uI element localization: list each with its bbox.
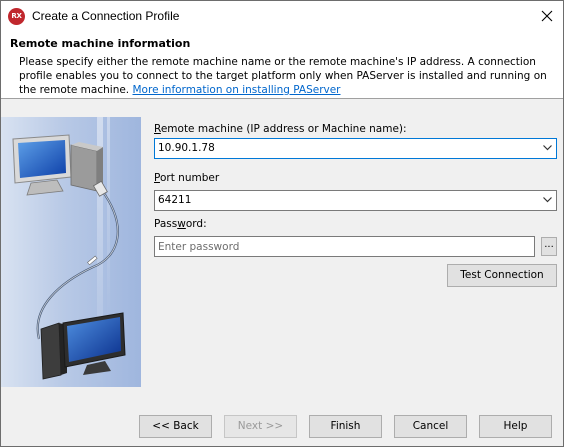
header-title: Remote machine information <box>10 37 191 50</box>
password-label-accesskey: w <box>177 218 186 230</box>
header-description: Please specify either the remote machine… <box>19 55 551 97</box>
dialog-window: RX Create a Connection Profile Remote ma… <box>0 0 564 447</box>
connected-computers-graphic <box>12 117 126 387</box>
port-number-combobox[interactable]: 64211 <box>154 190 557 211</box>
paserver-info-link[interactable]: More information on installing PAServer <box>133 84 341 96</box>
title-bar: RX Create a Connection Profile <box>1 1 563 32</box>
chevron-down-icon[interactable] <box>543 145 552 151</box>
port-number-label: Port number <box>154 172 219 184</box>
wizard-illustration <box>1 117 141 387</box>
close-button[interactable] <box>532 1 563 32</box>
password-label-text: ord: <box>185 218 207 230</box>
app-logo-icon: RX <box>8 8 25 25</box>
next-button: Next >> <box>224 415 297 438</box>
computer-bottom-icon <box>40 312 126 380</box>
remote-machine-label: Remote machine (IP address or Machine na… <box>154 123 407 135</box>
cancel-button[interactable]: Cancel <box>394 415 467 438</box>
port-number-label-text: ort number <box>159 172 220 184</box>
remote-machine-label-text: emote machine (IP address or Machine nam… <box>160 123 407 135</box>
finish-button[interactable]: Finish <box>309 415 382 438</box>
password-label-pre: Pass <box>154 218 178 230</box>
password-input[interactable] <box>158 238 528 255</box>
close-icon <box>541 10 553 22</box>
remote-machine-label-accesskey: R <box>154 123 161 135</box>
computer-top-icon <box>12 134 103 196</box>
wizard-header: Remote machine information Please specif… <box>1 32 563 98</box>
password-label: Password: <box>154 218 207 230</box>
port-number-value: 64211 <box>158 194 192 206</box>
remote-machine-value: 10.90.1.78 <box>158 142 215 154</box>
chevron-down-icon[interactable] <box>543 197 552 203</box>
remote-machine-combobox[interactable]: 10.90.1.78 <box>154 138 557 159</box>
test-connection-button[interactable]: Test Connection <box>447 264 557 287</box>
window-title: Create a Connection Profile <box>32 9 180 23</box>
help-button[interactable]: Help <box>479 415 552 438</box>
back-button[interactable]: << Back <box>139 415 212 438</box>
header-divider <box>1 98 563 99</box>
password-field[interactable] <box>154 236 535 257</box>
password-browse-button[interactable]: ... <box>541 237 557 256</box>
